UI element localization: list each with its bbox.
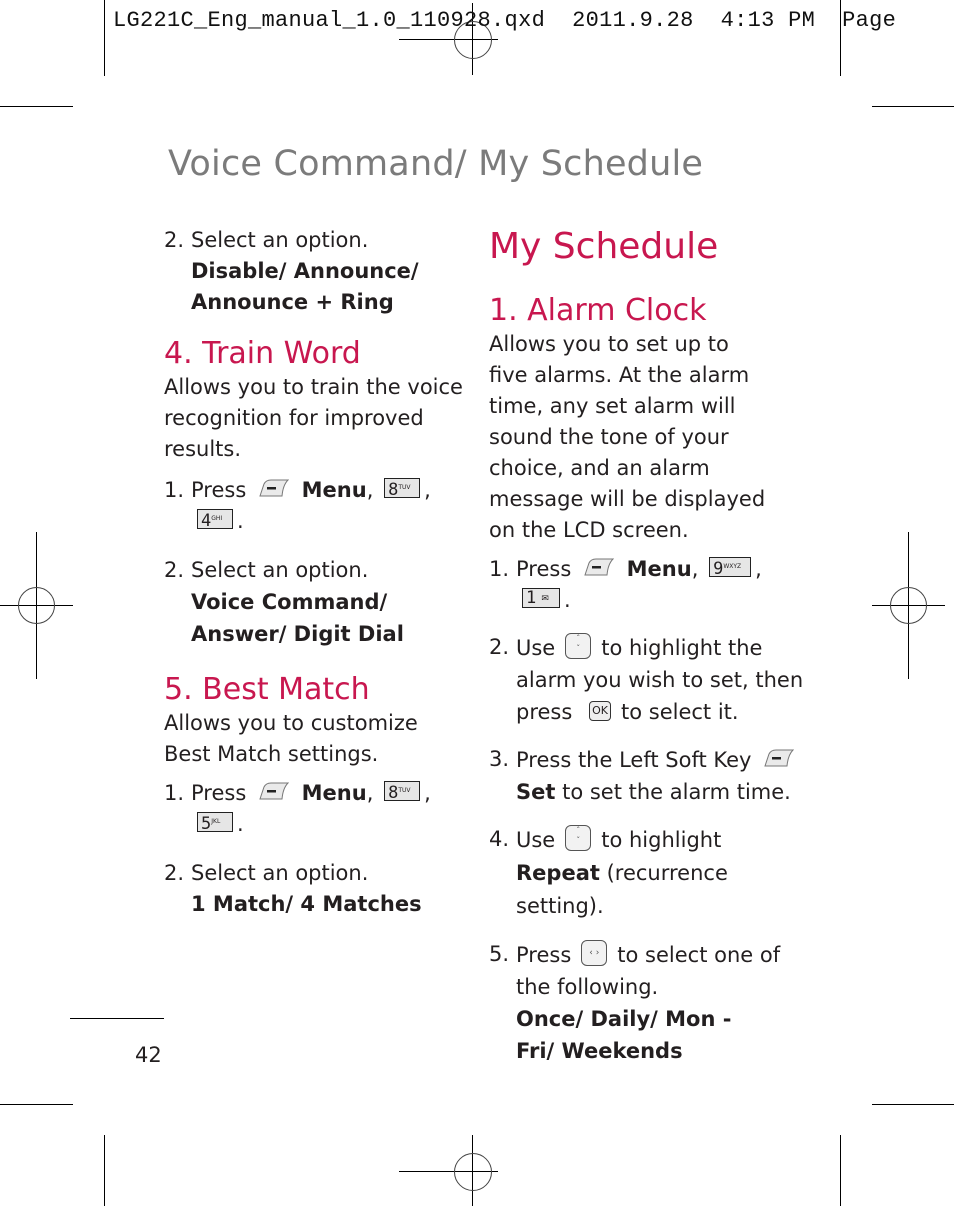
key-4-icon: 4GHI xyxy=(197,509,233,531)
left-right-nav-key-icon: ‹ › xyxy=(581,940,608,966)
running-title: Voice Command/ My Schedule xyxy=(168,144,704,184)
set-label: Set xyxy=(516,780,556,804)
section-heading-best-match: 5. Best Match xyxy=(164,672,370,707)
voicemail-icon: ✉ xyxy=(541,594,549,604)
options-list: Disable/ Announce/ Announce + Ring xyxy=(191,259,419,314)
crop-mark xyxy=(872,106,954,107)
key-8-icon: 8TUV xyxy=(384,478,421,500)
press-label: Press xyxy=(191,781,247,805)
press-label: Press xyxy=(516,943,572,967)
up-down-nav-key-icon: ˆˇ xyxy=(565,825,592,851)
key-digit: 5 xyxy=(201,814,212,834)
key-letters: TUV xyxy=(398,787,411,794)
repeat-label: Repeat xyxy=(516,861,600,885)
step-text: Select an option. xyxy=(191,861,369,885)
section-heading-alarm-clock: 1. Alarm Clock xyxy=(489,293,707,328)
section-description: Allows you to customize Best Match setti… xyxy=(164,711,418,766)
crop-mark xyxy=(104,1135,105,1206)
print-slug: LG221C_Eng_manual_1.0_110928.qxd 2011.9.… xyxy=(113,8,897,33)
best-match-step-1: 1. Press Menu, 8TUV, 5JKL. xyxy=(164,778,464,840)
right-column: My Schedule 1. Alarm Clock Allows you to… xyxy=(489,225,809,1067)
left-soft-key-icon xyxy=(764,749,795,767)
press-label: Press xyxy=(516,557,572,581)
section-heading-train-word: 4. Train Word xyxy=(164,336,361,371)
crop-mark xyxy=(104,0,105,76)
footer-rule xyxy=(70,1018,164,1019)
best-match-step-2: 2. Select an option. 1 Match/ 4 Matches xyxy=(164,858,464,920)
use-label: Use xyxy=(516,828,556,852)
step-text: to set the alarm time. xyxy=(562,780,791,804)
step-text: to highlight xyxy=(601,828,722,852)
step-number: 2. xyxy=(164,228,185,252)
step-number: 1. xyxy=(489,557,510,581)
key-digit: 8 xyxy=(388,480,399,500)
section-heading-my-schedule: My Schedule xyxy=(489,226,719,267)
crop-mark xyxy=(0,106,73,107)
up-down-nav-key-icon: ˆˇ xyxy=(565,633,592,659)
section-description: Allows you to set up to five alarms. At … xyxy=(489,332,766,542)
menu-label: Menu xyxy=(301,781,367,805)
left-soft-key-icon xyxy=(259,782,289,800)
step-number: 1. xyxy=(164,478,185,502)
registration-circle-icon xyxy=(890,587,927,624)
menu-label: Menu xyxy=(626,557,692,581)
step-number: 1. xyxy=(164,781,185,805)
use-label: Use xyxy=(516,636,556,660)
page-number: 42 xyxy=(135,1043,162,1067)
step-text: Press the Left Soft Key xyxy=(516,748,752,772)
step-text: Select an option. xyxy=(191,558,369,582)
alarm-step-1: 1. Press Menu, 9WXYZ, 1 ✉. xyxy=(489,554,809,616)
step-number: 3. xyxy=(489,747,510,771)
step-number: 2. xyxy=(489,635,510,659)
step-number: 4. xyxy=(489,827,510,851)
registration-circle-icon xyxy=(454,1153,492,1191)
alarm-step-5: 5. Press ‹ › to select one of the followin… xyxy=(489,939,809,1067)
crop-mark xyxy=(840,1135,841,1206)
alarm-step-3: 3. Press the Left Soft Key Set to set th… xyxy=(489,744,809,808)
train-word-step-1: 1. Press Menu, 8TUV, 4GHI. xyxy=(164,475,464,537)
left-soft-key-icon xyxy=(259,479,289,497)
key-digit: 1 xyxy=(526,588,537,608)
train-word-step-2: 2. Select an option. Voice Command/ Answ… xyxy=(164,555,464,650)
menu-label: Menu xyxy=(301,478,367,502)
section-description: Allows you to train the voice recognitio… xyxy=(164,375,463,461)
options-list: Once/ Daily/ Mon - Fri/ Weekends xyxy=(516,1007,732,1063)
alarm-step-4: 4. Use ˆ ˇ to highlight Repeat (recurrence … xyxy=(489,824,809,923)
registration-circle-icon xyxy=(18,587,55,624)
key-digit: 8 xyxy=(388,783,399,803)
step-text: Select an option. xyxy=(191,228,369,252)
key-digit: 4 xyxy=(201,511,212,531)
options-list: Voice Command/ Answer/ Digit Dial xyxy=(191,590,404,646)
alarm-step-2: 2. Use ˆ ˇ to highlight the alarm you wish … xyxy=(489,632,809,728)
step-number: 5. xyxy=(489,942,510,966)
key-5-icon: 5JKL xyxy=(197,812,233,834)
ok-key-icon: OK xyxy=(589,701,611,721)
press-label: Press xyxy=(191,478,247,502)
step-text: to select it. xyxy=(621,700,739,724)
step-number: 2. xyxy=(164,558,185,582)
crop-mark xyxy=(0,1104,73,1105)
crop-mark xyxy=(872,1104,954,1105)
options-list: 1 Match/ 4 Matches xyxy=(191,892,422,916)
key-letters: JKL xyxy=(211,818,221,825)
key-letters: GHI xyxy=(211,515,223,522)
key-9-icon: 9WXYZ xyxy=(709,557,752,579)
key-digit: 9 xyxy=(713,559,724,579)
key-1-voicemail-icon: 1 ✉ xyxy=(522,588,560,608)
left-column: 2. Select an option. Disable/ Announce/ … xyxy=(164,225,464,920)
step-number: 2. xyxy=(164,861,185,885)
key-8-icon: 8TUV xyxy=(384,781,421,803)
intro-step: 2. Select an option. Disable/ Announce/ … xyxy=(164,225,464,318)
key-letters: WXYZ xyxy=(723,563,742,570)
key-letters: TUV xyxy=(398,484,411,491)
left-soft-key-icon xyxy=(584,558,614,576)
